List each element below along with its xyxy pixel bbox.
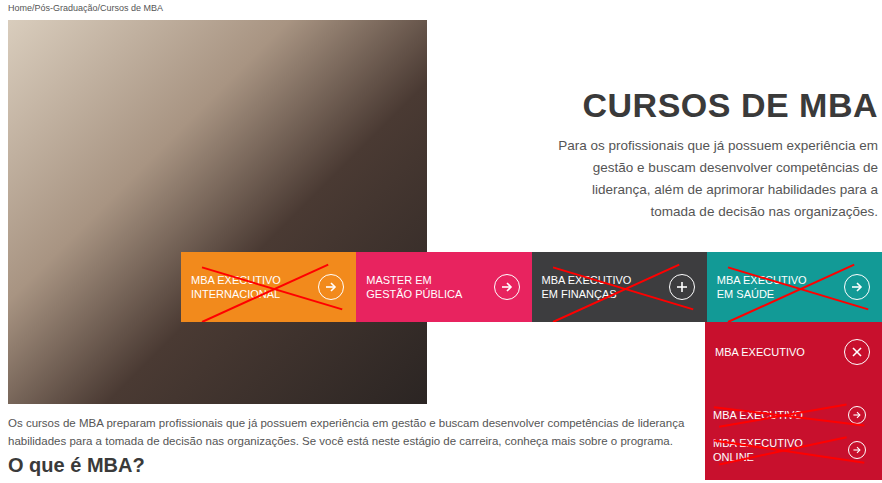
arrow-right-icon <box>500 280 514 294</box>
hero: CURSOS DE MBA Para os profissionais que j… <box>0 16 882 404</box>
subtitle-line: Para os profissionais que já possuem exp… <box>427 135 878 157</box>
circle-button[interactable] <box>669 274 695 300</box>
course-tile[interactable]: MASTER EM GESTÃO PÚBLICA <box>356 252 531 322</box>
arrow-right-icon <box>852 410 862 420</box>
course-strip: MBA EXECUTIVO INTERNACIONAL MASTER EM GES… <box>181 252 882 322</box>
cross-mark-icon <box>705 434 882 466</box>
course-label: MBA EXECUTIVO INTERNACIONAL <box>191 273 299 301</box>
course-tile[interactable]: MBA EXECUTIVO EM FINANÇAS <box>532 252 707 322</box>
course-tile[interactable]: MBA EXECUTIVO INTERNACIONAL <box>181 252 356 322</box>
dropdown-item-label: MBA EXECUTIVO ONLINE <box>713 436 821 464</box>
dropdown-title: MBA EXECUTIVO <box>715 346 805 358</box>
arrow-right-icon <box>852 445 862 455</box>
course-label: MASTER EM GESTÃO PÚBLICA <box>366 273 474 301</box>
course-label: MBA EXECUTIVO EM FINANÇAS <box>542 273 650 301</box>
subtitle-line: gestão e buscam desenvolver competências… <box>427 157 878 179</box>
circle-button[interactable] <box>848 406 866 424</box>
dropdown-item[interactable]: MBA EXECUTIVO <box>705 402 882 428</box>
dropdown-items: MBA EXECUTIVO MBA EXECUTIVO ONLINE <box>705 378 882 466</box>
hero-photo <box>8 20 427 404</box>
subtitle-line: tomada de decisão nas organizações. <box>427 201 878 223</box>
circle-button[interactable] <box>318 274 344 300</box>
dropdown-item-label: MBA EXECUTIVO <box>713 408 803 422</box>
cross-mark-icon <box>181 252 356 322</box>
page: Home/Pós-Graduação/Cursos de MBACURSOS D… <box>0 0 882 483</box>
arrow-right-icon <box>324 280 338 294</box>
page-subtitle: Para os profissionais que já possuem exp… <box>427 135 878 223</box>
dropdown-item[interactable]: MBA EXECUTIVO ONLINE <box>705 434 882 466</box>
cross-mark-icon <box>707 252 882 322</box>
course-tile[interactable]: MBA EXECUTIVO EM SAÚDE <box>707 252 882 322</box>
dropdown-header[interactable]: MBA EXECUTIVO <box>705 322 882 378</box>
subtitle-line: liderança, além de aprimorar habilidades… <box>427 179 878 201</box>
close-button[interactable] <box>844 339 870 365</box>
breadcrumb[interactable]: Home/Pós-Graduação/Cursos de MBA <box>0 0 882 16</box>
cross-mark-icon <box>705 402 882 428</box>
circle-button[interactable] <box>848 441 866 459</box>
arrow-right-icon <box>850 280 864 294</box>
plus-icon <box>675 280 689 294</box>
circle-button[interactable] <box>844 274 870 300</box>
page-title: CURSOS DE MBA <box>427 86 878 125</box>
course-label: MBA EXECUTIVO EM SAÚDE <box>717 273 825 301</box>
cross-mark-icon <box>532 252 707 322</box>
close-icon <box>850 345 864 359</box>
course-dropdown: MBA EXECUTIVOMBA EXECUTIVOMBA EXECUTIVO … <box>705 322 882 480</box>
circle-button[interactable] <box>494 274 520 300</box>
